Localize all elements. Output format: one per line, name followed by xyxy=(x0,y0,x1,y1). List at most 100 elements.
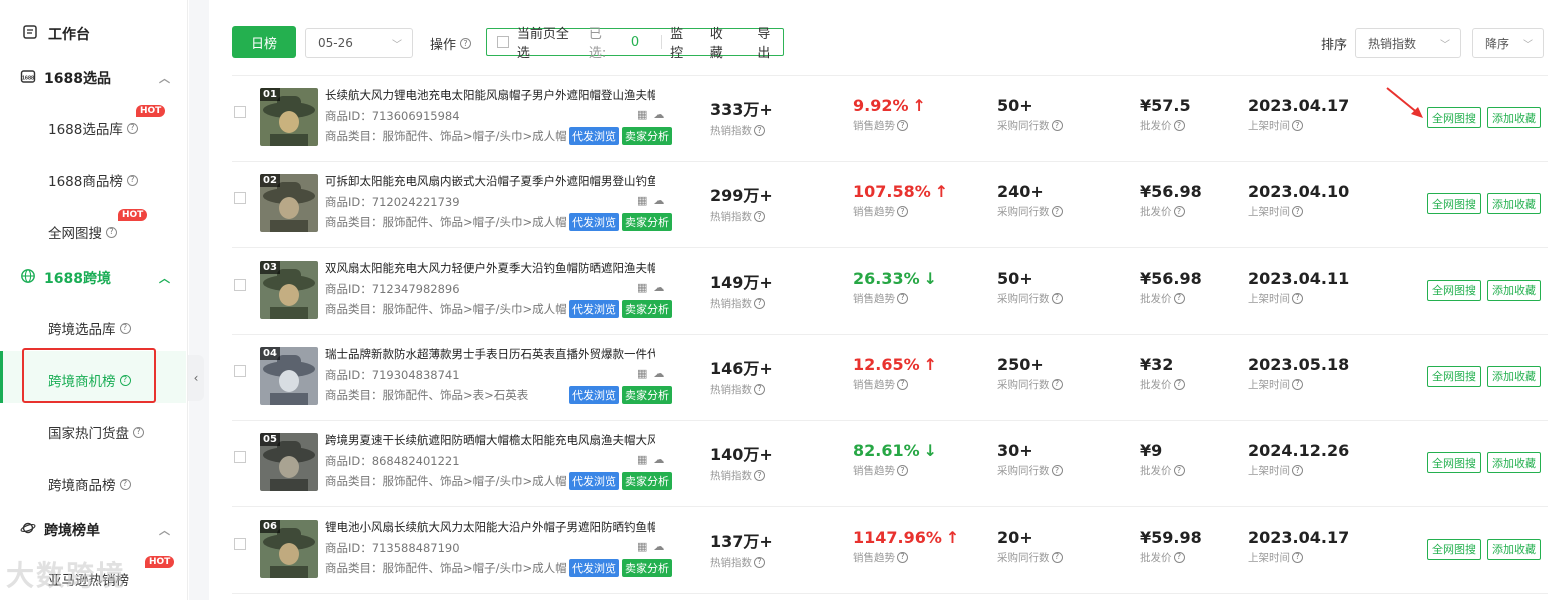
add-favorite-button[interactable]: 添加收藏 xyxy=(1487,107,1541,128)
seller-analysis-tag[interactable]: 卖家分析 xyxy=(622,558,672,577)
sidebar-item-cb-library[interactable]: 跨境选品库 ? xyxy=(48,318,131,338)
product-title[interactable]: 长续航大风力锂电池充电太阳能风扇帽子男户外遮阳帽登山渔夫帽薄 xyxy=(325,87,655,103)
qrcode-icon[interactable]: ▦ xyxy=(637,108,647,121)
cloud-download-icon[interactable]: ☁ xyxy=(653,540,664,553)
row-checkbox[interactable] xyxy=(234,106,246,118)
image-search-button[interactable]: 全网图搜 xyxy=(1427,365,1481,387)
add-favorite-button[interactable]: 添加收藏 xyxy=(1487,538,1541,560)
help-icon: ? xyxy=(1051,120,1063,131)
dropship-browse-tag[interactable]: 代发浏览 xyxy=(569,127,619,145)
product-thumbnail[interactable]: 04 xyxy=(260,346,318,405)
add-favorite-button[interactable]: 添加收藏 xyxy=(1487,279,1541,301)
daily-rank-button[interactable]: 日榜 xyxy=(232,26,296,58)
chevron-down-icon: ﹀ xyxy=(392,39,402,51)
select-page-label[interactable]: 当前页全选 xyxy=(517,23,581,61)
dropship-browse-tag[interactable]: 代发浏览 xyxy=(569,213,619,232)
product-thumbnail[interactable]: 05 xyxy=(260,433,318,492)
row-checkbox[interactable] xyxy=(234,537,246,550)
product-id: 商品ID：713606915984 xyxy=(325,109,460,123)
monitor-button[interactable]: 监控 xyxy=(670,23,696,61)
collapse-sidebar-button[interactable]: ‹ xyxy=(188,355,204,401)
highlight-box xyxy=(22,348,156,403)
product-title[interactable]: 锂电池小风扇长续航大风力太阳能大沿户外帽子男遮阳防晒钓鱼帽夏 xyxy=(325,519,655,535)
product-thumbnail[interactable]: 01 xyxy=(260,88,318,146)
dropship-browse-tag[interactable]: 代发浏览 xyxy=(569,472,619,491)
listed-label: 上架时间? xyxy=(1248,463,1349,478)
help-icon: ? xyxy=(1292,292,1303,304)
sales-trend-label-text: 销售趋势 xyxy=(853,551,895,564)
product-thumbnail[interactable]: 02 xyxy=(260,174,318,233)
row-checkbox[interactable] xyxy=(234,364,246,377)
seller-analysis-tag[interactable]: 卖家分析 xyxy=(622,127,672,145)
hot-index-value: 146万+ xyxy=(710,358,773,378)
rank-badge: 01 xyxy=(260,88,280,101)
sort-field-select[interactable]: 热销指数 ﹀ xyxy=(1355,28,1461,58)
sidebar-item-1688-library[interactable]: 1688选品库 ? xyxy=(48,118,138,138)
image-search-button[interactable]: 全网图搜 xyxy=(1427,107,1481,128)
select-page-checkbox[interactable] xyxy=(497,36,509,48)
product-title[interactable]: 可拆卸太阳能充电风扇内嵌式大沿帽子夏季户外遮阳帽男登山钓鱼帽 xyxy=(325,173,655,189)
export-button[interactable]: 导出 xyxy=(757,23,783,61)
help-icon: ? xyxy=(1292,551,1303,563)
seller-analysis-tag[interactable]: 卖家分析 xyxy=(622,385,672,404)
cloud-download-icon[interactable]: ☁ xyxy=(653,108,664,121)
cloud-download-icon[interactable]: ☁ xyxy=(653,194,664,207)
sidebar-item-1688-rank[interactable]: 1688商品榜 ? xyxy=(48,170,138,190)
peers-label: 采购同行数? xyxy=(997,550,1063,565)
seller-analysis-tag[interactable]: 卖家分析 xyxy=(622,472,672,491)
add-favorite-button[interactable]: 添加收藏 xyxy=(1487,193,1541,215)
sales-trend-label: 销售趋势? xyxy=(853,118,926,133)
peers-label-text: 采购同行数 xyxy=(997,378,1050,391)
row-checkbox[interactable] xyxy=(234,451,246,464)
sidebar-item-workbench[interactable]: 工作台 xyxy=(22,24,90,44)
add-favorite-button[interactable]: 添加收藏 xyxy=(1487,452,1541,474)
product-id: 商品ID：713588487190 xyxy=(325,540,460,555)
wholesale-value: ¥32 xyxy=(1140,354,1174,374)
product-id: 商品ID：712347982896 xyxy=(325,281,460,296)
image-search-button[interactable]: 全网图搜 xyxy=(1427,452,1481,474)
product-thumbnail[interactable]: 03 xyxy=(260,260,318,319)
seller-analysis-tag[interactable]: 卖家分析 xyxy=(622,299,672,318)
row-checkbox[interactable] xyxy=(234,192,246,205)
product-id: 商品ID：868482401221 xyxy=(325,454,460,469)
product-title[interactable]: 跨境男夏速干长续航遮阳防晒帽大帽檐太阳能充电风扇渔夫帽大风力 xyxy=(325,432,655,448)
help-icon: ? xyxy=(1173,465,1185,477)
dropship-browse-tag[interactable]: 代发浏览 xyxy=(569,558,619,577)
seller-analysis-tag[interactable]: 卖家分析 xyxy=(622,213,672,232)
sidebar-item-cb-rank[interactable]: 跨境商品榜 ? xyxy=(48,474,131,494)
listed-label: 上架时间? xyxy=(1248,377,1349,392)
image-search-button[interactable]: 全网图搜 xyxy=(1427,538,1481,560)
1688-box-icon: 1688 xyxy=(20,68,36,88)
product-row: 01 长续航大风力锂电池充电太阳能风扇帽子男户外遮阳帽登山渔夫帽薄 商品ID：7… xyxy=(232,76,1548,162)
qrcode-icon[interactable]: ▦ xyxy=(637,194,647,207)
dropship-browse-tag[interactable]: 代发浏览 xyxy=(569,385,619,404)
qrcode-icon[interactable]: ▦ xyxy=(637,281,647,294)
product-thumbnail[interactable]: 06 xyxy=(260,519,318,578)
sales-trend-metric: 1147.96% ↑ 销售趋势? xyxy=(853,528,959,565)
date-select[interactable]: 05-26 ﹀ xyxy=(305,28,413,58)
listed-label: 上架时间? xyxy=(1248,118,1349,133)
sidebar-group-rankings[interactable]: 跨境榜单 ︿ xyxy=(20,520,170,540)
add-favorite-button[interactable]: 添加收藏 xyxy=(1487,365,1541,387)
help-icon: ? xyxy=(1292,206,1303,218)
qrcode-icon[interactable]: ▦ xyxy=(637,540,647,553)
sidebar-item-image-search[interactable]: 全网图搜 ? xyxy=(48,222,117,242)
qrcode-icon[interactable]: ▦ xyxy=(637,453,647,466)
sidebar-group-1688[interactable]: 1688 1688选品 ︿ xyxy=(20,68,170,88)
row-checkbox[interactable] xyxy=(234,278,246,291)
sales-trend-percent: 82.61% xyxy=(853,441,920,461)
sort-order-select[interactable]: 降序 ﹀ xyxy=(1472,28,1544,58)
dropship-browse-tag[interactable]: 代发浏览 xyxy=(569,299,619,318)
cloud-download-icon[interactable]: ☁ xyxy=(653,367,664,380)
product-title[interactable]: 双风扇太阳能充电大风力轻便户外夏季大沿钓鱼帽防晒遮阳渔夫帽男 xyxy=(325,260,655,276)
image-search-button[interactable]: 全网图搜 xyxy=(1427,193,1481,215)
sidebar-item-country-hot[interactable]: 国家热门货盘 ? xyxy=(48,422,144,442)
favorite-button[interactable]: 收藏 xyxy=(710,23,736,61)
help-icon: ? xyxy=(897,206,908,218)
cloud-download-icon[interactable]: ☁ xyxy=(653,453,664,466)
qrcode-icon[interactable]: ▦ xyxy=(637,367,647,380)
product-title[interactable]: 瑞士品牌新款防水超薄款男士手表日历石英表直播外贸爆款一件代发 xyxy=(325,346,655,362)
image-search-button[interactable]: 全网图搜 xyxy=(1427,279,1481,301)
cloud-download-icon[interactable]: ☁ xyxy=(653,281,664,294)
sidebar-group-crossborder[interactable]: 1688跨境 ︿ xyxy=(20,268,170,288)
